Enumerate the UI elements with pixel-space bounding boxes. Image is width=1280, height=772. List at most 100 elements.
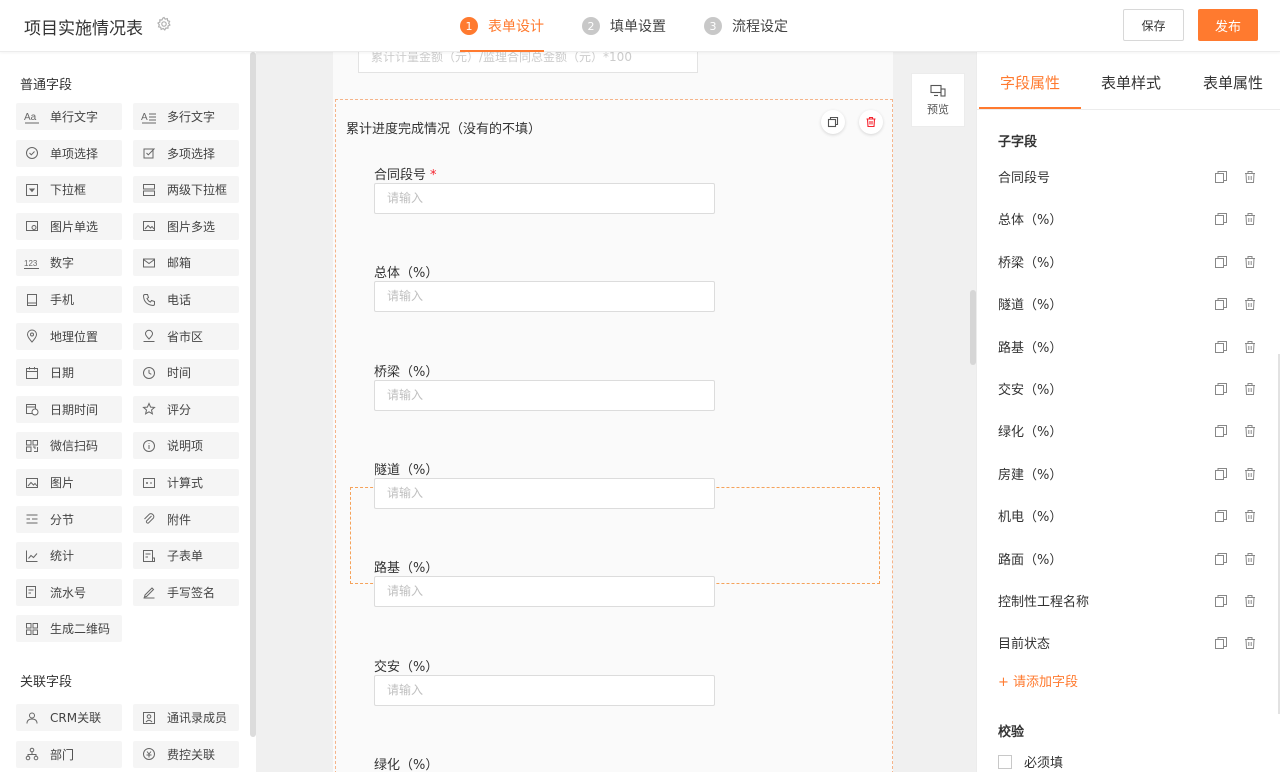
step-workflow[interactable]: 3 流程设定 <box>704 0 788 52</box>
copy-icon[interactable] <box>1214 509 1228 523</box>
subfield-row[interactable]: 控制性工程名称 <box>998 591 1268 611</box>
publish-button[interactable]: 发布 <box>1198 9 1258 41</box>
trash-icon[interactable] <box>1243 170 1257 184</box>
tab-field-properties[interactable]: 字段属性 <box>1000 72 1060 93</box>
copy-icon[interactable] <box>1214 170 1228 184</box>
trash-icon[interactable] <box>1243 467 1257 481</box>
palette-item[interactable]: 123 数字 <box>16 249 122 277</box>
copy-icon[interactable] <box>1214 552 1228 566</box>
trash-icon[interactable] <box>1243 552 1257 566</box>
palette-item[interactable]: 统计 <box>16 542 122 570</box>
subform-block[interactable]: 累计进度完成情况（没有的不填） 合同段号 * 请输入 总体（%） 请输入 桥梁（%） 请输入… <box>335 99 893 772</box>
palette-item[interactable]: 流水号 <box>16 578 122 606</box>
step-form-design[interactable]: 1 表单设计 <box>460 0 544 52</box>
field-input[interactable]: 请输入 <box>374 576 715 608</box>
palette-item[interactable]: 图片多选 <box>133 212 239 240</box>
trash-icon[interactable] <box>1243 382 1257 396</box>
palette-item-label: 说明项 <box>167 439 204 454</box>
palette-item[interactable]: 日期时间 <box>16 395 122 423</box>
subfield-row[interactable]: 机电（%） <box>998 506 1268 526</box>
palette-item[interactable]: 图片 <box>16 469 122 496</box>
copy-icon[interactable] <box>1214 382 1228 396</box>
palette-item[interactable]: 邮箱 <box>133 249 239 277</box>
palette-item[interactable]: 说明项 <box>133 432 239 460</box>
palette-item[interactable]: A 多行文字 <box>133 103 239 130</box>
add-field-link[interactable]: + 请添加字段 <box>998 671 1078 690</box>
step-fill-settings[interactable]: 2 填单设置 <box>582 0 666 52</box>
subfield-row[interactable]: 隧道（%） <box>998 294 1268 314</box>
palette-item[interactable]: 费控关联 <box>133 740 239 768</box>
palette-item[interactable]: 手机 <box>16 286 122 313</box>
palette-item[interactable]: 两级下拉框 <box>133 176 239 204</box>
copy-icon[interactable] <box>1214 424 1228 438</box>
subfield-row[interactable]: 合同段号 <box>998 167 1268 187</box>
palette-item[interactable]: 多项选择 <box>133 139 239 167</box>
subfield-row[interactable]: 目前状态 <box>998 633 1268 653</box>
subfield-row[interactable]: 房建（%） <box>998 464 1268 484</box>
gear-icon[interactable] <box>156 16 172 32</box>
palette-item[interactable]: 地理位置 <box>16 322 122 350</box>
copy-icon[interactable] <box>1214 636 1228 650</box>
required-checkbox[interactable] <box>998 754 1012 769</box>
palette-item[interactable]: 图片单选 <box>16 212 122 240</box>
copy-icon[interactable] <box>1214 255 1228 269</box>
palette-item[interactable]: 电话 <box>133 286 239 313</box>
formula-field-input[interactable]: 累计计量金额（元）/监理合同总金额（元）*100 <box>358 52 698 73</box>
palette-item[interactable]: 日期 <box>16 359 122 387</box>
palette-item[interactable]: 手写签名 <box>133 578 239 606</box>
mail-icon <box>141 255 157 271</box>
copy-icon[interactable] <box>1214 212 1228 226</box>
trash-icon[interactable] <box>1243 424 1257 438</box>
tab-form-style[interactable]: 表单样式 <box>1101 72 1161 93</box>
copy-icon[interactable] <box>1214 594 1228 608</box>
copy-subform-button[interactable] <box>821 110 845 134</box>
copy-icon[interactable] <box>1214 340 1228 354</box>
trash-icon[interactable] <box>1243 255 1257 269</box>
subfield-row[interactable]: 交安（%） <box>998 379 1268 399</box>
copy-icon[interactable] <box>1214 297 1228 311</box>
trash-icon[interactable] <box>1243 636 1257 650</box>
palette-item[interactable]: Aa 单行文字 <box>16 103 122 130</box>
palette-item[interactable]: 计算式 <box>133 469 239 496</box>
subfield-row[interactable]: 路面（%） <box>998 549 1268 569</box>
palette-item[interactable]: 生成二维码 <box>16 615 122 643</box>
field-input[interactable]: 请输入 <box>374 674 715 706</box>
palette-item[interactable]: 下拉框 <box>16 176 122 204</box>
palette-group-title: 关联字段 <box>20 675 73 690</box>
palette-item[interactable]: CRM关联 <box>16 704 122 731</box>
field-input[interactable]: 请输入 <box>374 379 715 411</box>
field-label: 隧道（%） <box>374 459 438 478</box>
palette-item[interactable]: 评分 <box>133 395 239 423</box>
trash-icon[interactable] <box>1243 340 1257 354</box>
subfield-row[interactable]: 总体（%） <box>998 209 1268 229</box>
save-button[interactable]: 保存 <box>1123 9 1184 41</box>
palette-item[interactable]: 微信扫码 <box>16 432 122 460</box>
trash-icon[interactable] <box>1243 509 1257 523</box>
palette-item[interactable]: 省市区 <box>133 322 239 350</box>
subfield-row[interactable]: 路基（%） <box>998 337 1268 357</box>
palette-item[interactable]: 单项选择 <box>16 139 122 167</box>
field-input[interactable]: 请输入 <box>374 281 715 313</box>
palette-item[interactable]: 附件 <box>133 505 239 533</box>
palette-item[interactable]: 部门 <box>16 740 122 768</box>
trash-icon[interactable] <box>1243 297 1257 311</box>
datetime-icon <box>24 401 40 417</box>
field-input[interactable]: 请输入 <box>374 183 715 214</box>
palette-item[interactable]: 时间 <box>133 359 239 387</box>
palette-item[interactable]: 子表单 <box>133 542 239 570</box>
preview-button[interactable]: 预览 <box>911 73 965 127</box>
trash-icon[interactable] <box>1243 212 1257 226</box>
tab-form-properties[interactable]: 表单属性 <box>1203 72 1263 93</box>
required-checkbox-row[interactable]: 必须填 <box>998 752 1063 771</box>
step-label: 填单设置 <box>610 19 666 35</box>
field-input[interactable]: 请输入 <box>374 477 715 509</box>
palette-item[interactable]: 分节 <box>16 505 122 533</box>
subfield-row[interactable]: 绿化（%） <box>998 421 1268 441</box>
copy-icon[interactable] <box>1214 467 1228 481</box>
trash-icon[interactable] <box>1243 594 1257 608</box>
palette-item[interactable]: 通讯录成员 <box>133 704 239 731</box>
form-title[interactable]: 项目实施情况表 <box>24 14 143 39</box>
subfield-row[interactable]: 桥梁（%） <box>998 252 1268 272</box>
subform-title: 累计进度完成情况（没有的不填） <box>346 122 542 137</box>
delete-subform-button[interactable] <box>859 110 883 134</box>
